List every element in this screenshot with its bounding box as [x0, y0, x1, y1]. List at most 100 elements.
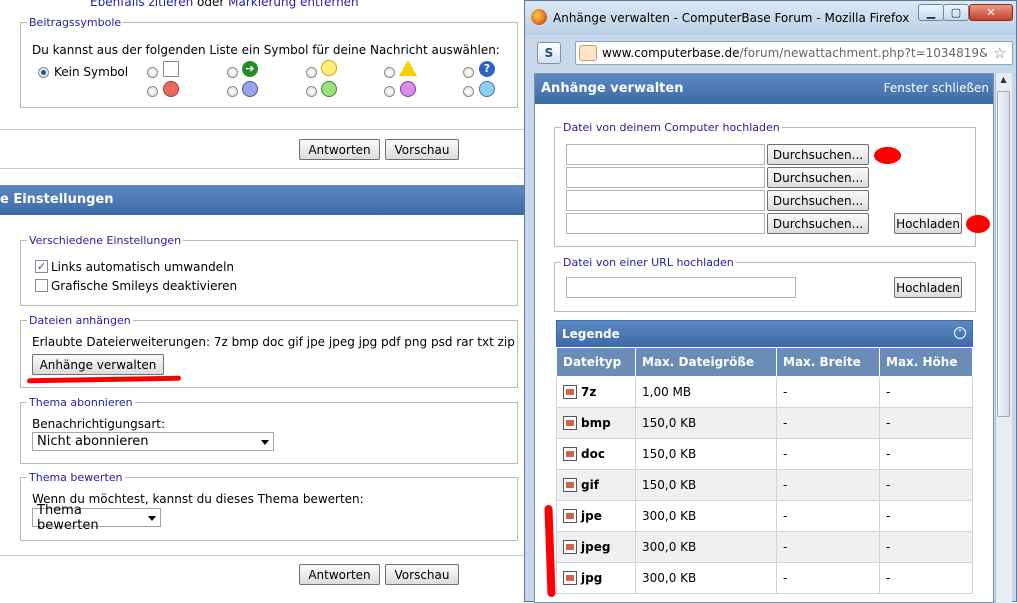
url-upload-button[interactable]: Hochladen — [894, 277, 962, 298]
popup-content: Anhänge verwalten Fenster schließen Date… — [534, 73, 994, 603]
legend-header[interactable]: Legende ⌃ — [556, 320, 973, 348]
file-input-2[interactable] — [566, 167, 765, 188]
window-title: Anhänge verwalten - ComputerBase Forum -… — [553, 11, 910, 25]
or-text: oder — [197, 0, 225, 9]
image-file-icon — [563, 571, 577, 586]
symbol-radio[interactable] — [147, 67, 158, 78]
auto-links-label: Links automatisch umwandeln — [51, 260, 235, 274]
arrow-right-icon: ➔ — [242, 61, 258, 77]
image-file-icon — [563, 540, 577, 555]
preview-button-bottom[interactable]: Vorschau — [385, 564, 459, 585]
collapse-icon[interactable]: ⌃ — [954, 327, 966, 339]
close-window-icon[interactable]: ✕ — [969, 4, 1013, 21]
navigation-bar: S www.computerbase.de/forum/newattachmen… — [533, 37, 1013, 67]
auto-links-checkbox[interactable]: ✓ — [35, 260, 48, 273]
manage-attachments-button[interactable]: Anhänge verwalten — [32, 354, 164, 375]
reply-button-top[interactable]: Antworten — [299, 139, 380, 160]
url-bar[interactable]: www.computerbase.de/forum/newattachment.… — [575, 41, 1013, 65]
upload-button[interactable]: Hochladen — [894, 213, 962, 234]
bookmark-star-icon[interactable]: ☆ — [993, 44, 1006, 62]
max-width: - — [776, 407, 880, 439]
symbols-intro: Du kannst aus der folgenden Liste ein Sy… — [32, 43, 500, 57]
max-width: - — [776, 469, 880, 501]
max-size: 300,0 KB — [635, 531, 777, 563]
legend-title: Legende — [562, 327, 620, 341]
sad-smiley-icon — [242, 81, 258, 97]
disable-smileys-label: Grafische Smileys deaktivieren — [51, 279, 238, 293]
browse-button-4[interactable]: Durchsuchen... — [767, 213, 869, 234]
url-path: /forum/newattachment.php?t=1034819&posts… — [739, 46, 987, 60]
no-symbol-radio[interactable] — [38, 67, 49, 78]
quote-also-link[interactable]: Ebenfalls zitieren — [90, 0, 193, 9]
chevron-down-icon — [148, 515, 156, 521]
symbol-radio[interactable] — [306, 86, 317, 97]
legend-table-header-row: Dateityp Max. Dateigröße Max. Breite Max… — [556, 347, 973, 377]
symbol-radio[interactable] — [463, 67, 474, 78]
notify-label: Benachrichtigungsart: — [32, 417, 166, 431]
spacer — [0, 168, 524, 185]
post-symbols-legend: Beitragssymbole — [29, 16, 122, 29]
table-row: 7z 1,00 MB - - — [556, 376, 973, 408]
maximize-icon[interactable]: ▢ — [943, 4, 969, 21]
file-type: jpeg — [581, 539, 611, 554]
vertical-scrollbar[interactable]: ▲ — [995, 73, 1012, 603]
symbol-radio[interactable] — [463, 86, 474, 97]
browse-button-2[interactable]: Durchsuchen... — [767, 167, 869, 188]
popup-header: Anhänge verwalten Fenster schließen — [535, 74, 993, 104]
forum-page: Ebenfalls zitieren oder Markierung entfe… — [0, 0, 524, 602]
close-window-link[interactable]: Fenster schließen — [884, 81, 989, 95]
symbol-radio[interactable] — [306, 67, 317, 78]
chevron-down-icon — [261, 439, 269, 445]
window-titlebar[interactable]: Anhänge verwalten - ComputerBase Forum -… — [525, 1, 1016, 35]
popup-header-title: Anhänge verwalten — [541, 81, 684, 96]
max-size: 150,0 KB — [635, 407, 777, 439]
scrollbar-thumb[interactable] — [997, 91, 1010, 417]
symbol-radio[interactable] — [147, 86, 158, 97]
stumbleupon-icon[interactable]: S — [537, 42, 561, 64]
url-upload-input[interactable] — [566, 277, 796, 298]
notify-select-value: Nicht abonnieren — [37, 434, 149, 449]
file-type: bmp — [581, 415, 611, 430]
scroll-up-icon[interactable]: ▲ — [998, 75, 1009, 87]
file-input-4[interactable] — [566, 213, 765, 234]
no-symbol-label: Kein Symbol — [54, 65, 129, 79]
max-width: - — [776, 438, 880, 470]
table-row: gif 150,0 KB - - — [556, 469, 973, 501]
attach-files-legend: Dateien anhängen — [29, 314, 131, 327]
notify-select[interactable]: Nicht abonnieren — [32, 432, 274, 451]
minimize-icon[interactable]: ▁ — [918, 4, 944, 21]
file-input-3[interactable] — [566, 190, 765, 211]
preview-button-top[interactable]: Vorschau — [385, 139, 459, 160]
lightbulb-icon — [321, 60, 337, 76]
url-domain: www.computerbase.de — [602, 46, 740, 60]
archive-file-icon — [563, 385, 577, 400]
max-height: - — [879, 531, 973, 563]
symbol-radio[interactable] — [384, 67, 395, 78]
browse-button-1[interactable]: Durchsuchen... — [767, 144, 869, 165]
max-width: - — [776, 562, 880, 594]
max-size: 150,0 KB — [635, 469, 777, 501]
word-file-icon — [563, 447, 577, 462]
max-size: 1,00 MB — [635, 376, 777, 408]
max-height: - — [879, 438, 973, 470]
remove-selection-link[interactable]: Markierung entfernen — [228, 0, 359, 9]
url-text[interactable]: www.computerbase.de/forum/newattachment.… — [602, 46, 987, 60]
attachments-popup-window: Anhänge verwalten - ComputerBase Forum -… — [524, 0, 1017, 603]
grin-smiley-icon — [321, 81, 337, 97]
file-type: gif — [581, 477, 599, 492]
max-width: - — [776, 500, 880, 532]
disable-smileys-checkbox[interactable] — [35, 279, 48, 292]
reply-button-bottom[interactable]: Antworten — [299, 564, 380, 585]
angry-smiley-icon — [163, 81, 179, 97]
site-identity-icon[interactable] — [579, 45, 597, 61]
symbol-radio[interactable] — [384, 86, 395, 97]
max-height: - — [879, 562, 973, 594]
computer-upload-legend: Datei von deinem Computer hochladen — [563, 121, 780, 134]
rate-select[interactable]: Thema bewerten — [32, 503, 161, 533]
symbol-radio[interactable] — [227, 67, 238, 78]
max-height: - — [879, 376, 973, 408]
file-input-1[interactable] — [566, 144, 765, 165]
smile-smiley-icon — [479, 81, 495, 97]
browse-button-3[interactable]: Durchsuchen... — [767, 190, 869, 211]
symbol-radio[interactable] — [227, 86, 238, 97]
